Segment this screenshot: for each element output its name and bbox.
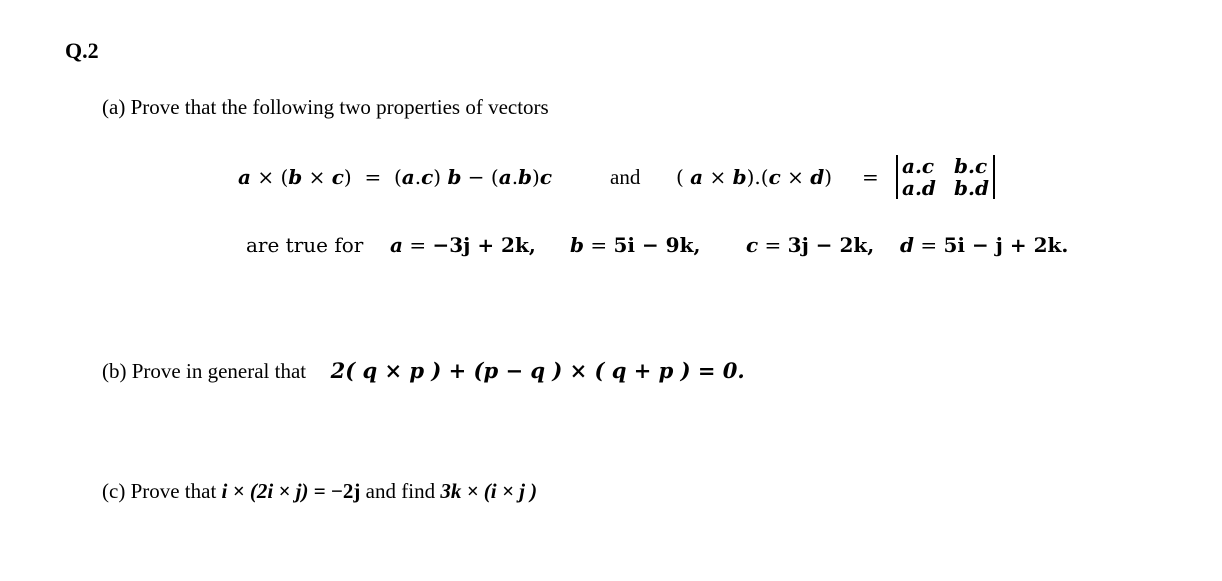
vector-d-def: d = 5i − j + 2k. — [900, 233, 1068, 257]
determinant-cell: a.c — [902, 154, 935, 178]
part-c-result: = −2j — [313, 479, 361, 503]
equals: = — [409, 233, 427, 257]
determinant-cell: b.c — [954, 154, 988, 178]
vector-c-def: c = 3j − 2k, — [746, 233, 874, 257]
part-c: (c) Prove that i × (2i × j) = −2j and fi… — [102, 479, 537, 504]
paren: ( — [490, 165, 499, 189]
var-a: a — [238, 165, 251, 189]
determinant-cell: a.d — [902, 176, 936, 200]
cross-op: × — [709, 165, 727, 189]
part-c-label: (c) — [102, 479, 126, 503]
determinant-cell: b.d — [954, 176, 989, 200]
vector-name: c — [746, 233, 759, 257]
part-c-expr2: 3k × (i × j ) — [440, 479, 538, 503]
var-b: b — [447, 165, 462, 189]
part-a-label: (a) — [102, 95, 126, 119]
vector-expr: 5i − 9k, — [613, 233, 701, 257]
part-a-intro: (a) Prove that the following two propert… — [102, 95, 549, 120]
vector-name: b — [570, 233, 584, 257]
equals: = — [920, 233, 938, 257]
cross-op: × — [257, 165, 275, 189]
part-b-label: (b) — [102, 359, 127, 383]
var-b: b — [518, 165, 533, 189]
question-number: Q.2 — [65, 38, 99, 63]
cross-op: × — [308, 165, 326, 189]
cross-op: × — [787, 165, 804, 189]
vector-b-def: b = 5i − 9k, — [570, 233, 700, 257]
var-a: a — [498, 165, 512, 189]
identity-1: a × (b × c) = (a.c) b − (a.b)c — [238, 165, 552, 189]
part-b: (b) Prove in general that 2( q × p ) + (… — [102, 358, 745, 384]
equals: = — [364, 165, 382, 189]
var-c: c — [768, 165, 781, 189]
part-b-intro: Prove in general that — [131, 359, 307, 383]
var-c: c — [539, 165, 553, 189]
identity-2-equals: = — [862, 165, 879, 189]
vector-a-def: a = −3j + 2k, — [390, 233, 536, 257]
identity-2: ( a × b).(c × d) — [676, 165, 832, 189]
var-b: b — [288, 165, 303, 189]
var-c: c — [331, 165, 344, 189]
paren: ) — [532, 165, 540, 189]
paren: ) — [343, 165, 352, 189]
minus-op: − — [467, 165, 485, 189]
var-b: b — [732, 165, 747, 189]
vector-expr: −3j + 2k, — [432, 233, 536, 257]
vector-expr: 5i − j + 2k. — [943, 233, 1069, 257]
var-c: c — [421, 165, 434, 189]
determinant-row: a.c b.c — [902, 155, 989, 177]
part-c-connector: and find — [365, 479, 436, 503]
paren: ( — [393, 165, 402, 189]
var-a: a — [690, 165, 704, 189]
part-c-intro: Prove that — [130, 479, 217, 503]
var-d: d — [810, 165, 825, 189]
equals: = — [764, 233, 782, 257]
part-b-equation: 2( q × p ) + (p − q ) × ( q + p ) = 0. — [330, 358, 745, 383]
determinant: a.c b.c a.d b.d — [896, 155, 995, 199]
equals: = — [590, 233, 608, 257]
var-a: a — [401, 165, 415, 189]
connector-and: and — [610, 165, 641, 189]
part-c-expr1: i × (2i × j) — [221, 479, 309, 503]
vector-name: a — [390, 233, 403, 257]
paren: ( — [760, 165, 769, 189]
condition-text: are true for — [246, 233, 364, 257]
paren: ) — [824, 165, 833, 189]
vector-name: d — [900, 233, 914, 257]
paren: ) — [433, 165, 442, 189]
part-a-intro-text: Prove that the following two properties … — [130, 95, 549, 119]
paren: ( — [676, 165, 684, 189]
vector-expr: 3j − 2k, — [787, 233, 875, 257]
determinant-row: a.d b.d — [902, 177, 989, 199]
determinant-bars: a.c b.c a.d b.d — [896, 155, 995, 199]
